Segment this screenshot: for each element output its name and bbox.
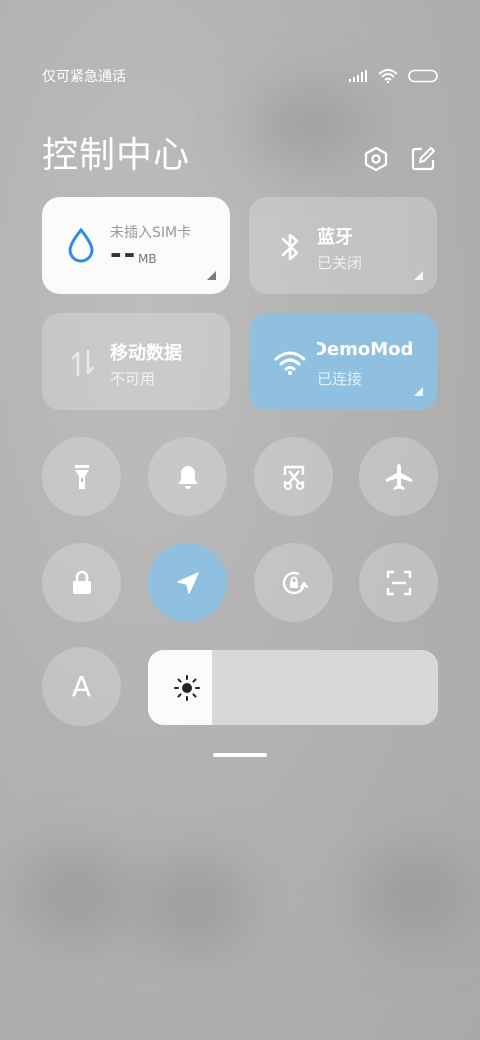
- data-usage-unit: MB: [138, 252, 157, 266]
- data-usage-tile[interactable]: 未插入SIM卡 -- MB: [42, 197, 230, 294]
- wifi-tile[interactable]: DemoMod 已连接: [249, 313, 437, 410]
- rotation-lock-icon: [282, 571, 308, 594]
- wifi-title-clip: DemoMod: [317, 339, 421, 360]
- sun-icon: [174, 675, 200, 701]
- bluetooth-tile[interactable]: 蓝牙 已关闭: [249, 197, 437, 294]
- mobile-data-title: 移动数据: [110, 343, 182, 364]
- data-usage-value: --: [110, 237, 138, 270]
- status-bar: 仅可紧急通话: [42, 64, 438, 88]
- edit-icon[interactable]: [410, 146, 436, 172]
- lock-screen-toggle[interactable]: [42, 543, 121, 622]
- screenshot-toggle[interactable]: [254, 437, 333, 516]
- bluetooth-status: 已关闭: [317, 254, 363, 272]
- water-drop-icon: [68, 227, 94, 263]
- background-blur: [20, 850, 130, 940]
- background-blur: [250, 90, 370, 160]
- wifi-status: 已连接: [317, 370, 363, 388]
- location-icon: [176, 571, 199, 594]
- lock-icon: [72, 570, 91, 594]
- flashlight-icon: [74, 464, 89, 489]
- mobile-data-tile[interactable]: 移动数据 不可用: [42, 313, 230, 410]
- auto-brightness-label: A: [71, 670, 92, 703]
- airplane-icon: [385, 463, 412, 490]
- wifi-icon: [378, 69, 398, 83]
- background-blur: [140, 860, 250, 950]
- rotation-lock-toggle[interactable]: [254, 543, 333, 622]
- expand-corner-icon: [414, 271, 423, 280]
- mobile-data-status: 不可用: [110, 370, 156, 388]
- location-toggle[interactable]: [148, 543, 227, 622]
- screenshot-icon: [283, 465, 304, 490]
- scanner-toggle[interactable]: [359, 543, 438, 622]
- settings-icon[interactable]: [363, 146, 389, 172]
- bell-icon: [177, 465, 198, 489]
- airplane-mode-toggle[interactable]: [359, 437, 438, 516]
- flashlight-toggle[interactable]: [42, 437, 121, 516]
- page-title: 控制中心: [42, 135, 191, 176]
- wifi-network-name: DemoMod: [317, 339, 414, 360]
- auto-brightness-toggle[interactable]: A: [42, 647, 121, 726]
- data-arrows-icon: [71, 349, 95, 377]
- bluetooth-icon: [281, 233, 299, 261]
- wifi-icon: [274, 351, 306, 375]
- brightness-slider[interactable]: [148, 650, 438, 725]
- background-blur: [360, 850, 470, 940]
- bluetooth-title: 蓝牙: [317, 227, 353, 248]
- carrier-status-text: 仅可紧急通话: [42, 69, 126, 85]
- silent-toggle[interactable]: [148, 437, 227, 516]
- expand-corner-icon: [207, 271, 216, 280]
- status-icons: [348, 69, 438, 83]
- expand-corner-icon: [414, 387, 423, 396]
- signal-icon: [349, 70, 367, 82]
- drag-handle[interactable]: [213, 753, 267, 757]
- battery-icon: [408, 69, 438, 83]
- scan-icon: [386, 570, 411, 595]
